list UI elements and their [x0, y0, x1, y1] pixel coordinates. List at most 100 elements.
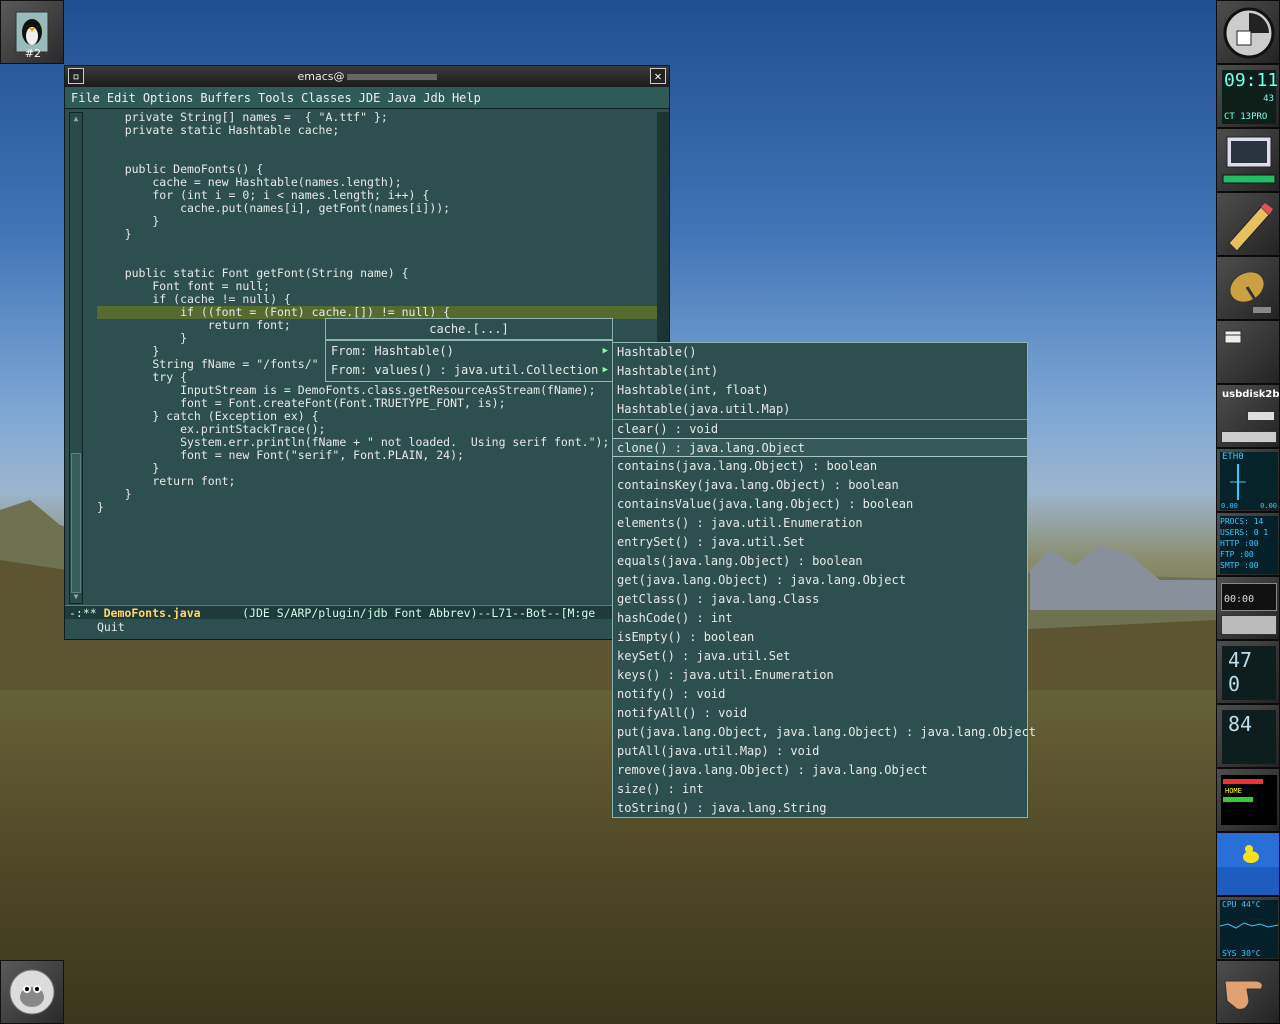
dock-hand[interactable]	[1216, 960, 1280, 1024]
dock-clock[interactable]: 09:11 43 CT 13PRO	[1216, 64, 1280, 128]
net-out: 0.00	[1260, 502, 1277, 510]
window-titlebar[interactable]: emacs@	[65, 66, 669, 87]
completion-method-item[interactable]: putAll(java.util.Map) : void	[613, 742, 1027, 761]
scroll-down-icon[interactable]: ▼	[71, 592, 81, 602]
from-item-label: From: values() : java.util.Collection	[331, 363, 599, 377]
completion-method-item[interactable]: containsKey(java.lang.Object) : boolean	[613, 476, 1027, 495]
dock-logo[interactable]	[1216, 0, 1280, 64]
satellite-dish-icon	[1229, 271, 1271, 313]
completion-method-item[interactable]: notifyAll() : void	[613, 704, 1027, 723]
menu-buffers[interactable]: Buffers	[200, 91, 251, 105]
dock-duck[interactable]	[1216, 832, 1280, 896]
pointing-hand-icon	[1224, 980, 1263, 1010]
menu-options[interactable]: Options	[143, 91, 194, 105]
completion-method-item[interactable]: remove(java.lang.Object) : java.lang.Obj…	[613, 761, 1027, 780]
scrollbar-thumb[interactable]	[71, 453, 81, 593]
completion-popup-title: cache.[...]	[325, 318, 613, 340]
dock-monitor[interactable]	[1216, 128, 1280, 192]
completion-method-item[interactable]: get(java.lang.Object) : java.lang.Object	[613, 571, 1027, 590]
clock-time: 09:11	[1224, 70, 1279, 91]
http-line: HTTP :00	[1220, 539, 1259, 548]
completion-method-item[interactable]: elements() : java.util.Enumeration	[613, 514, 1027, 533]
code-line[interactable]	[97, 241, 657, 254]
code-line[interactable]: }	[97, 488, 657, 501]
completion-method-item[interactable]: entrySet() : java.util.Set	[613, 533, 1027, 552]
dock-satellite[interactable]	[1216, 256, 1280, 320]
code-line[interactable]: }	[97, 215, 657, 228]
dock-player[interactable]: 00:00	[1216, 576, 1280, 640]
code-line[interactable]: }	[97, 228, 657, 241]
minibuffer-text: Quit	[97, 620, 125, 634]
completion-method-item[interactable]: keys() : java.util.Enumeration	[613, 666, 1027, 685]
completion-method-item[interactable]: put(java.lang.Object, java.lang.Object) …	[613, 723, 1036, 742]
code-line[interactable]: }	[97, 501, 657, 514]
buffer-name[interactable]: DemoFonts.java	[104, 606, 201, 619]
dock-cpu: 47 0	[1216, 640, 1280, 704]
completion-method-item[interactable]: containsValue(java.lang.Object) : boolea…	[613, 495, 1027, 514]
completion-method-item[interactable]: isEmpty() : boolean	[613, 628, 1027, 647]
gimp-launcher[interactable]	[0, 960, 64, 1024]
submenu-arrow-icon: ▶	[602, 346, 608, 356]
logo-icon	[1223, 7, 1275, 59]
submenu-arrow-icon: ▶	[602, 365, 608, 375]
code-line[interactable]: return font;	[97, 475, 657, 488]
completion-method-item[interactable]: size() : int	[613, 780, 1027, 799]
gimp-icon	[9, 969, 55, 1015]
menu-classes[interactable]: Classes	[301, 91, 352, 105]
cpu-percent-1: 47	[1228, 648, 1253, 672]
completion-method-item[interactable]: notify() : void	[613, 685, 1027, 704]
code-line[interactable]: cache.put(names[i], getFont(names[i]));	[97, 202, 657, 215]
dock-mail[interactable]	[1216, 320, 1280, 384]
completion-method-item[interactable]: hashCode() : int	[613, 609, 1027, 628]
net-in: 0.00	[1221, 502, 1238, 510]
menu-file[interactable]: File	[71, 91, 100, 105]
completion-method-item[interactable]: Hashtable(int, float)	[613, 381, 1027, 400]
close-button[interactable]: ✕	[650, 68, 666, 84]
net-label: ETH0	[1222, 452, 1244, 462]
dock-editor[interactable]	[1216, 192, 1280, 256]
window-menu-button[interactable]: ▫	[68, 68, 84, 84]
ftp-line: FTP :00	[1220, 550, 1254, 559]
mode-line: -:** DemoFonts.java (JDE S/ARP/plugin/jd…	[65, 605, 669, 619]
dock-disk: HOME	[1216, 768, 1280, 832]
temp-cpu: CPU 44°C	[1222, 900, 1261, 909]
player-controls[interactable]	[1221, 615, 1277, 635]
minibuffer[interactable]: Quit	[65, 619, 669, 635]
temp-graph	[1220, 922, 1278, 929]
clock-seconds: 43	[1263, 94, 1274, 104]
completion-method-item[interactable]: Hashtable()	[613, 343, 1027, 362]
menu-help[interactable]: Help	[452, 91, 481, 105]
dock-usbdisk[interactable]: usbdisk2b	[1216, 384, 1280, 448]
from-item-hashtable[interactable]: From: Hashtable() ▶	[326, 342, 612, 361]
completion-method-item[interactable]: toString() : java.lang.String	[613, 799, 1027, 818]
code-line[interactable]	[97, 137, 657, 150]
completion-method-item[interactable]: clear() : void	[613, 419, 1027, 438]
from-item-values[interactable]: From: values() : java.util.Collection ▶	[326, 361, 612, 380]
dock-mem: 84	[1216, 704, 1280, 768]
completion-method-item[interactable]: keySet() : java.util.Set	[613, 647, 1027, 666]
usb-controls[interactable]	[1221, 431, 1277, 443]
completion-method-item[interactable]: Hashtable(java.util.Map)	[613, 400, 1027, 419]
vertical-scrollbar[interactable]: ▲ ▼	[69, 112, 83, 604]
code-line[interactable]: font = new Font("serif", Font.PLAIN, 24)…	[97, 449, 657, 462]
workspace-pager[interactable]: #2	[0, 0, 64, 64]
menu-jdb[interactable]: Jdb	[423, 91, 445, 105]
usb-drive-icon	[1247, 411, 1275, 421]
duck-icon	[1217, 833, 1279, 895]
net-graph	[1230, 464, 1246, 500]
menu-tools[interactable]: Tools	[258, 91, 294, 105]
completion-method-item[interactable]: equals(java.lang.Object) : boolean	[613, 552, 1027, 571]
scroll-up-icon[interactable]: ▲	[71, 114, 81, 124]
menu-java[interactable]: Java	[387, 91, 416, 105]
code-line[interactable]: private static Hashtable cache;	[97, 124, 657, 137]
usb-label: usbdisk2b	[1222, 389, 1280, 400]
cpu-percent-2: 0	[1228, 672, 1241, 696]
window-title: emacs@	[297, 70, 345, 83]
completion-method-item[interactable]: contains(java.lang.Object) : boolean	[613, 457, 1027, 476]
completion-method-item[interactable]: clone() : java.lang.Object	[613, 438, 1027, 457]
menu-edit[interactable]: Edit	[107, 91, 136, 105]
users-line: USERS: 0 1	[1220, 528, 1269, 537]
completion-method-item[interactable]: getClass() : java.lang.Class	[613, 590, 1027, 609]
menu-jde[interactable]: JDE	[359, 91, 381, 105]
completion-method-item[interactable]: Hashtable(int)	[613, 362, 1027, 381]
